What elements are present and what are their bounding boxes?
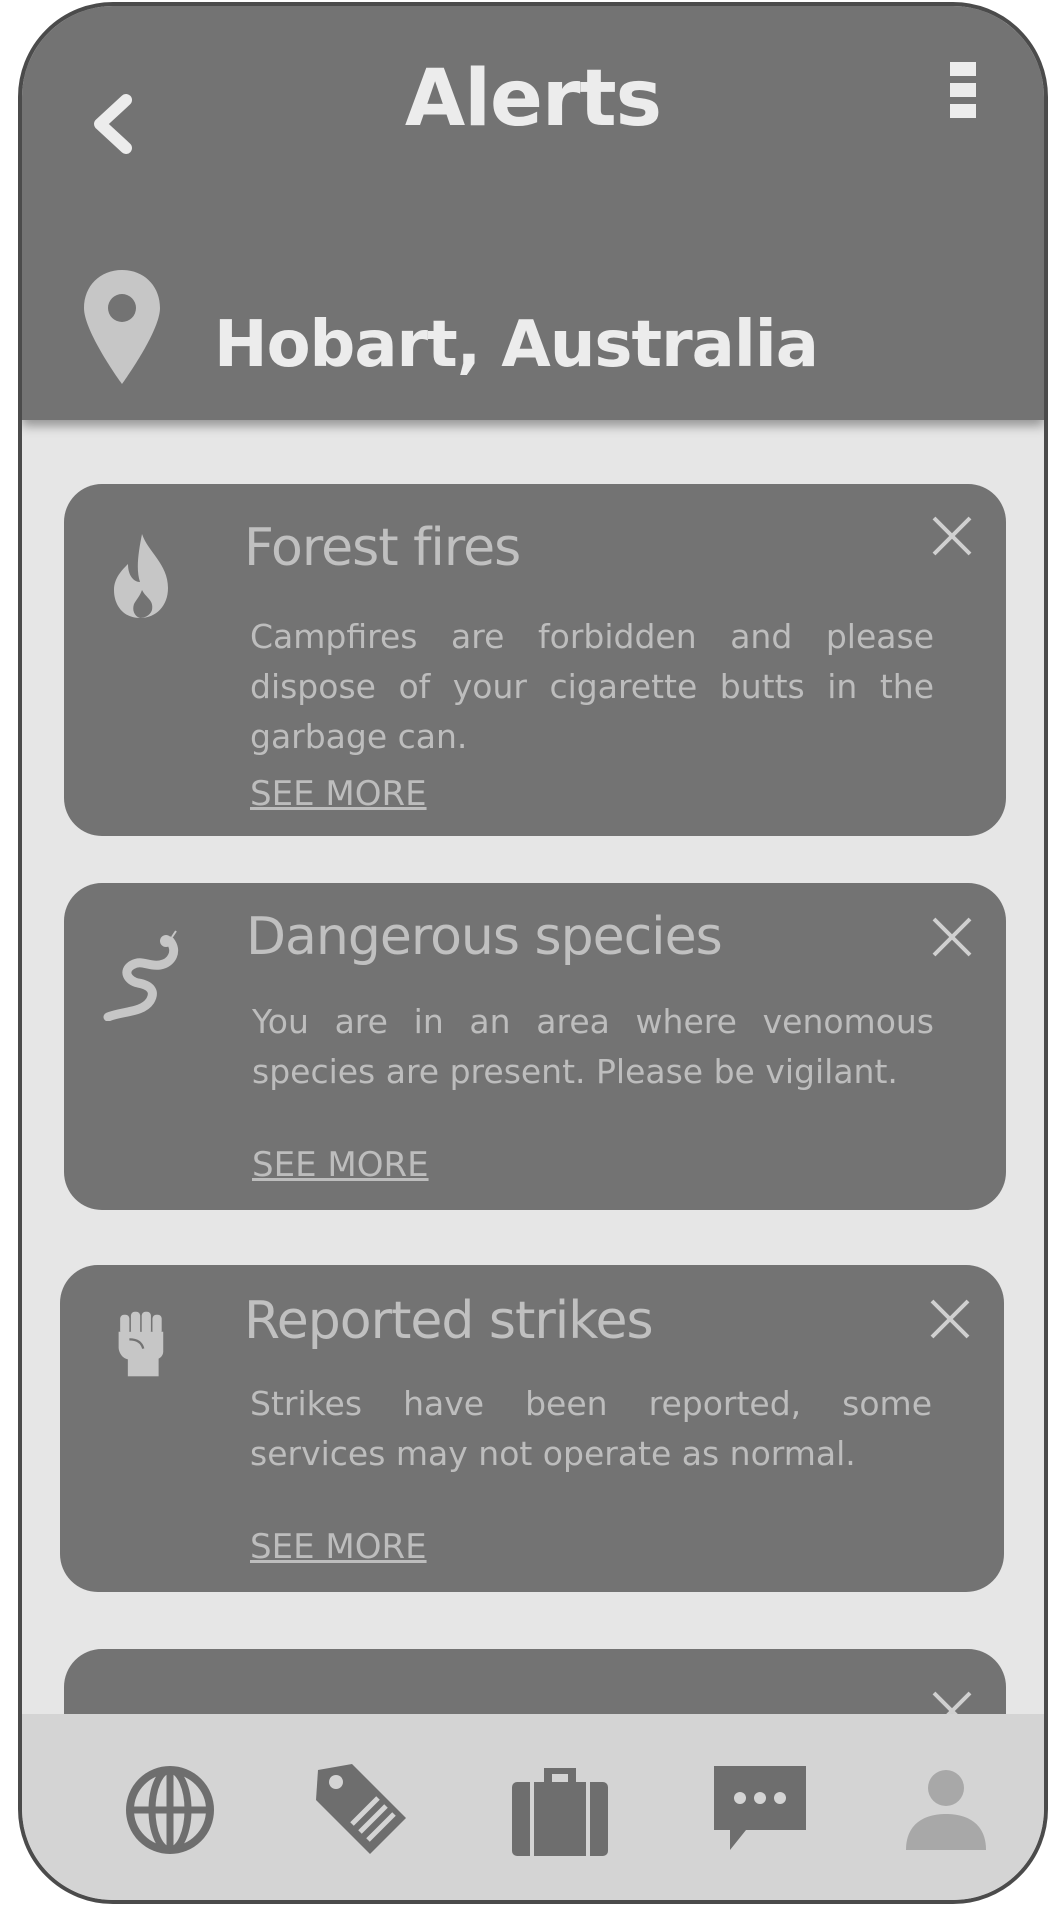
alerts-list: Forest fires Campfires are forbidden and… <box>22 420 1044 1720</box>
see-more-link[interactable]: SEE MORE <box>250 1527 427 1567</box>
page-title: Alerts <box>404 54 662 144</box>
chat-icon[interactable] <box>710 1760 810 1860</box>
alert-title: Forest fires <box>244 518 521 578</box>
alert-body: Campfires are forbidden and please dispo… <box>250 617 934 756</box>
alert-body: Strikes have been reported, some service… <box>250 1384 932 1473</box>
alert-card-partial[interactable] <box>64 1649 1006 1720</box>
close-icon[interactable] <box>928 1297 972 1341</box>
location-label: Hobart, Australia <box>214 308 819 382</box>
briefcase-icon[interactable] <box>510 1760 610 1860</box>
fire-icon <box>114 534 168 618</box>
alert-card-reported-strikes[interactable]: Reported strikes Strikes have been repor… <box>60 1265 1004 1592</box>
raised-fist-icon <box>118 1311 164 1377</box>
phone-frame: Alerts Hobart, Australia Forest fires Ca… <box>18 2 1048 1904</box>
globe-icon[interactable] <box>120 1760 220 1860</box>
kebab-menu-icon[interactable] <box>950 62 976 124</box>
alert-title: Dangerous species <box>246 907 723 967</box>
close-icon[interactable] <box>930 915 974 959</box>
tag-icon[interactable] <box>312 1760 412 1860</box>
alert-title: Reported strikes <box>244 1291 654 1351</box>
alert-body: You are in an area where venomous specie… <box>252 1002 934 1091</box>
close-icon[interactable] <box>930 514 974 558</box>
see-more-link[interactable]: SEE MORE <box>252 1145 429 1185</box>
snake-icon <box>103 930 179 1021</box>
alert-card-forest-fires[interactable]: Forest fires Campfires are forbidden and… <box>64 484 1006 836</box>
alert-card-dangerous-species[interactable]: Dangerous species You are in an area whe… <box>64 883 1006 1210</box>
see-more-link[interactable]: SEE MORE <box>250 774 427 814</box>
bottom-nav <box>22 1714 1044 1900</box>
user-icon[interactable] <box>896 1760 996 1860</box>
map-pin-icon <box>84 270 160 384</box>
location-row[interactable]: Hobart, Australia <box>82 268 982 388</box>
header: Alerts Hobart, Australia <box>22 6 1044 420</box>
